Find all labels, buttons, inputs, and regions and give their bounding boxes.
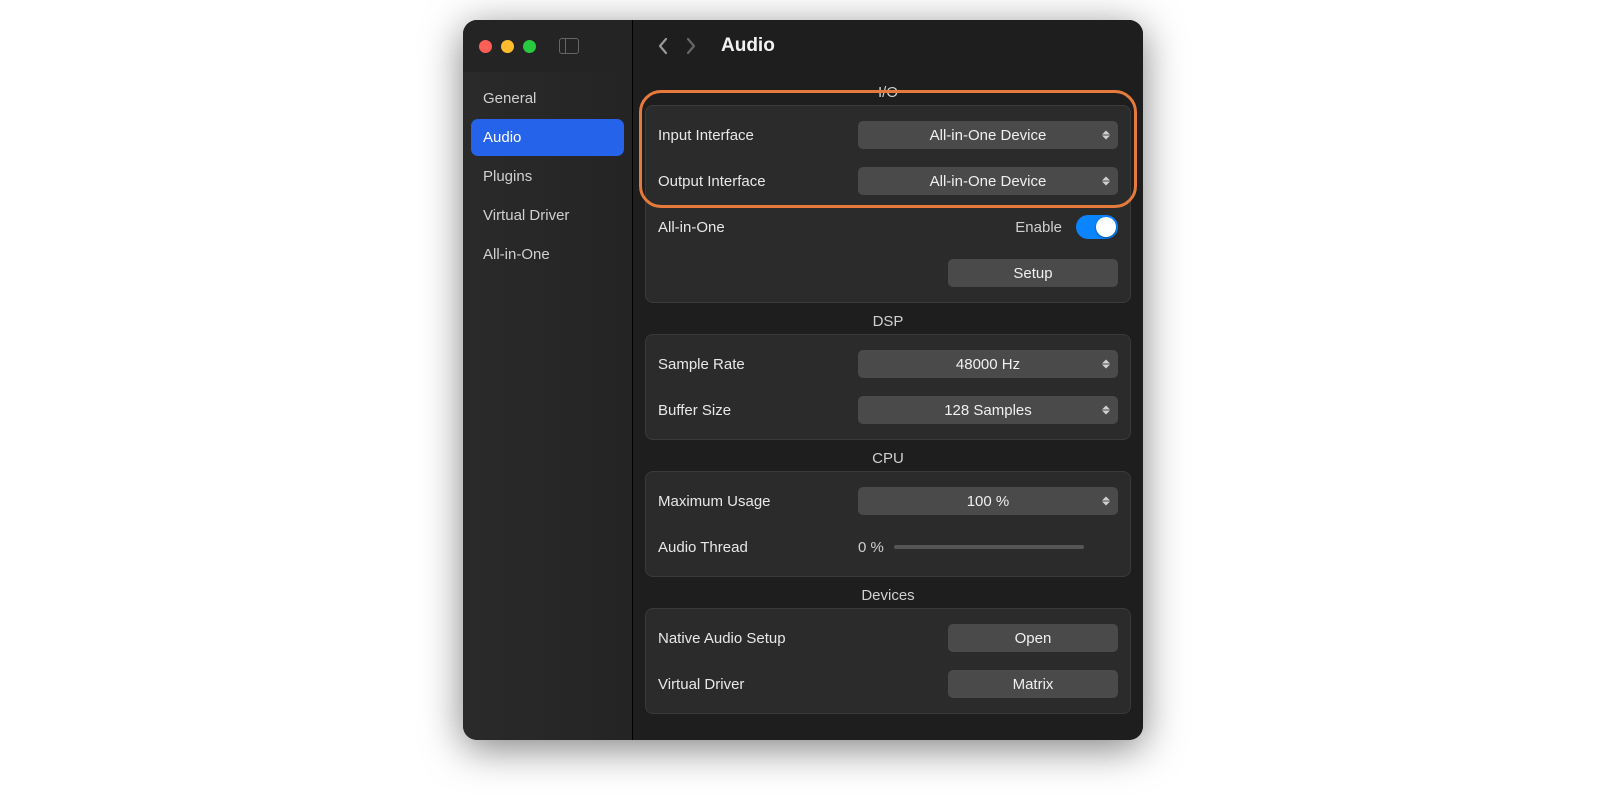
panel-devices: Native Audio Setup Open Virtual Driver M… xyxy=(645,608,1131,714)
label-audio-thread: Audio Thread xyxy=(658,539,844,556)
label-output-interface: Output Interface xyxy=(658,173,844,190)
sidebar-item-label: General xyxy=(483,90,536,107)
section-title-devices: Devices xyxy=(633,587,1143,604)
virtual-driver-matrix-button[interactable]: Matrix xyxy=(948,670,1118,698)
updown-icon xyxy=(1102,497,1110,506)
sidebar-toggle-icon[interactable] xyxy=(559,38,579,54)
select-sample-rate[interactable]: 48000 Hz xyxy=(858,350,1118,378)
updown-icon xyxy=(1102,406,1110,415)
select-value: All-in-One Device xyxy=(930,173,1047,190)
sidebar-item-general[interactable]: General xyxy=(471,80,624,117)
chevron-right-icon xyxy=(685,37,697,55)
nav-forward-button[interactable] xyxy=(677,32,705,60)
select-value: 100 % xyxy=(967,493,1010,510)
row-virtual-driver: Virtual Driver Matrix xyxy=(658,661,1118,707)
row-input-interface: Input Interface All-in-One Device xyxy=(658,112,1118,158)
label-native-audio-setup: Native Audio Setup xyxy=(658,630,934,647)
select-value: 48000 Hz xyxy=(956,356,1020,373)
open-native-audio-button[interactable]: Open xyxy=(948,624,1118,652)
page-title: Audio xyxy=(721,35,775,57)
audio-thread-value: 0 % xyxy=(858,539,884,556)
titlebar-left xyxy=(463,20,633,72)
label-input-interface: Input Interface xyxy=(658,127,844,144)
sidebar-item-audio[interactable]: Audio xyxy=(471,119,624,156)
sidebar-item-label: Audio xyxy=(483,129,521,146)
chevron-left-icon xyxy=(657,37,669,55)
body: General Audio Plugins Virtual Driver All… xyxy=(463,72,1143,740)
select-buffer-size[interactable]: 128 Samples xyxy=(858,396,1118,424)
panel-io: Input Interface All-in-One Device Output… xyxy=(645,105,1131,303)
nav-back-button[interactable] xyxy=(649,32,677,60)
sidebar-item-label: All-in-One xyxy=(483,246,550,263)
button-label: Matrix xyxy=(1013,676,1054,693)
updown-icon xyxy=(1102,177,1110,186)
label-enable: Enable xyxy=(1015,219,1062,236)
label-all-in-one: All-in-One xyxy=(658,219,844,236)
content: I/O Input Interface All-in-One Device Ou… xyxy=(633,72,1143,740)
setup-button[interactable]: Setup xyxy=(948,259,1118,287)
sidebar-item-plugins[interactable]: Plugins xyxy=(471,158,624,195)
row-audio-thread: Audio Thread 0 % xyxy=(658,524,1118,570)
minimize-icon[interactable] xyxy=(501,40,514,53)
titlebar: Audio xyxy=(463,20,1143,72)
select-input-interface[interactable]: All-in-One Device xyxy=(858,121,1118,149)
label-buffer-size: Buffer Size xyxy=(658,402,844,419)
zoom-icon[interactable] xyxy=(523,40,536,53)
label-sample-rate: Sample Rate xyxy=(658,356,844,373)
section-title-io: I/O xyxy=(633,84,1143,101)
row-native-audio-setup: Native Audio Setup Open xyxy=(658,615,1118,661)
panel-cpu: Maximum Usage 100 % Audio Thread 0 % xyxy=(645,471,1131,577)
close-icon[interactable] xyxy=(479,40,492,53)
label-virtual-driver: Virtual Driver xyxy=(658,676,934,693)
row-output-interface: Output Interface All-in-One Device xyxy=(658,158,1118,204)
select-value: All-in-One Device xyxy=(930,127,1047,144)
button-label: Setup xyxy=(1013,265,1052,282)
section-title-dsp: DSP xyxy=(633,313,1143,330)
row-max-usage: Maximum Usage 100 % xyxy=(658,478,1118,524)
button-label: Open xyxy=(1015,630,1052,647)
row-setup: Setup xyxy=(658,250,1118,296)
sidebar: General Audio Plugins Virtual Driver All… xyxy=(463,72,633,740)
toggle-all-in-one[interactable] xyxy=(1076,215,1118,239)
label-max-usage: Maximum Usage xyxy=(658,493,844,510)
select-output-interface[interactable]: All-in-One Device xyxy=(858,167,1118,195)
updown-icon xyxy=(1102,360,1110,369)
sidebar-item-label: Virtual Driver xyxy=(483,207,569,224)
sidebar-item-label: Plugins xyxy=(483,168,532,185)
section-title-cpu: CPU xyxy=(633,450,1143,467)
preferences-window: Audio General Audio Plugins Virtual Driv… xyxy=(463,20,1143,740)
row-all-in-one: All-in-One Enable xyxy=(658,204,1118,250)
row-buffer-size: Buffer Size 128 Samples xyxy=(658,387,1118,433)
updown-icon xyxy=(1102,131,1110,140)
sidebar-item-all-in-one[interactable]: All-in-One xyxy=(471,236,624,273)
select-max-usage[interactable]: 100 % xyxy=(858,487,1118,515)
sidebar-item-virtual-driver[interactable]: Virtual Driver xyxy=(471,197,624,234)
panel-dsp: Sample Rate 48000 Hz Buffer Size 128 Sam… xyxy=(645,334,1131,440)
audio-thread-meter xyxy=(894,545,1084,549)
select-value: 128 Samples xyxy=(944,402,1032,419)
titlebar-right: Audio xyxy=(633,20,1143,72)
row-sample-rate: Sample Rate 48000 Hz xyxy=(658,341,1118,387)
